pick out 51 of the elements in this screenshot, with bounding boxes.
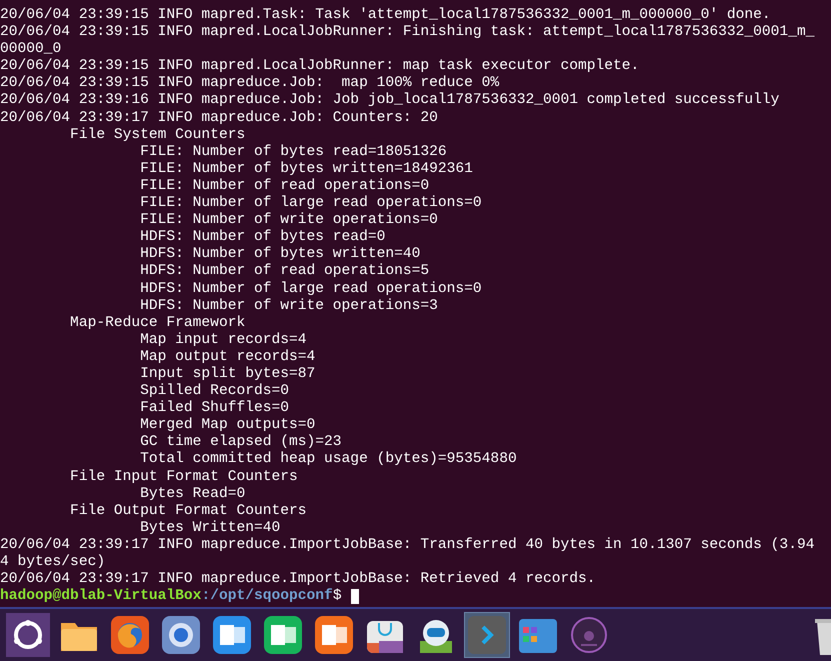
disc-icon [569,615,609,655]
terminal-line: HDFS: Number of write operations=3 [139,298,439,315]
terminal-line: GC time elapsed (ms)=23 [139,434,343,451]
terminal-line: 20/06/04 23:39:15 INFO mapreduce.Job: map 100% reduce 0% [0,75,500,92]
dock-item[interactable] [159,613,203,657]
terminal-line: 20/06/04 23:39:17 INFO mapreduce.Job: Counters: 20 [0,110,439,127]
dock-item[interactable] [6,613,50,657]
terminal-line: HDFS: Number of read operations=5 [139,263,430,280]
terminal-line: Merged Map outputs=0 [139,417,316,434]
dock-item[interactable] [312,613,356,657]
text-cursor [350,589,359,604]
terminal-line: File Input Format Counters [69,468,299,486]
spreadsheet-icon [263,615,303,655]
terminal-line: HDFS: Number of bytes read=0 [139,229,386,246]
presentation-icon [314,615,354,655]
terminal-line: FILE: Number of large read operations=0 [139,195,483,212]
terminal-line: Map output records=4 [139,348,316,366]
globe-icon [161,615,201,655]
terminal-line: HDFS: Number of bytes written=40 [139,246,422,263]
terminal-line: 20/06/04 23:39:17 INFO mapreduce.ImportJobBase: Transferred 40 bytes in 10.1307 seconds (3.94 [0,536,816,554]
prompt-path: :/opt/sqoopconf [201,588,333,606]
terminal-line: 20/06/04 23:39:16 INFO mapreduce.Job: Job job_local1787536332_0001 completed successfully [0,92,780,110]
terminal-line: Bytes Written=40 [139,520,282,537]
dock-item[interactable] [261,613,305,657]
terminal-line: HDFS: Number of large read operations=0 [139,280,483,298]
terminal-line: 00000_0 [0,41,62,58]
terminal-line: FILE: Number of bytes written=18492361 [139,160,474,178]
terminal-line: Failed Shuffles=0 [139,400,290,417]
terminal-line: Map input records=4 [139,332,308,349]
terminal-line: Map-Reduce Framework [69,314,246,332]
terminal-line: 20/06/04 23:39:15 INFO mapred.Task: Task 'attempt_local1787536332_0001_m_000000_0' done. [0,7,772,24]
dock-item[interactable] [108,613,152,657]
terminal-line: Spilled Records=0 [139,383,290,400]
terminal-line: Bytes Read=0 [139,486,246,503]
fox-globe-icon [110,615,150,655]
terminal-line: File Output Format Counters [69,502,308,520]
terminal-line: 20/06/04 23:39:15 INFO mapred.LocalJobRunner: map task executor complete. [0,58,640,75]
terminal-line: 20/06/04 23:39:15 INFO mapred.LocalJobRunner: Finishing task: attempt_local1787536332_0001_m_ [0,24,816,42]
terminal-line: 20/06/04 23:39:17 INFO mapreduce.ImportJobBase: Retrieved 4 records. [0,571,597,588]
terminal-line: Input split bytes=87 [139,366,316,383]
terminal-line: FILE: Number of write operations=0 [139,212,439,229]
terminal-icon [467,615,507,655]
terminal-line: Total committed heap usage (bytes)=95354880 [139,451,518,469]
terminal-line: File System Counters [69,126,246,144]
prompt-user-host: hadoop@dblab-VirtualBox [0,588,202,606]
prompt-symbol: $ [332,588,342,606]
terminal-line: FILE: Number of read operations=0 [139,178,430,195]
document-icon [212,615,252,655]
terminal-line: 4 bytes/sec) [0,554,106,571]
dock-item[interactable] [210,613,254,657]
terminal-line: FILE: Number of bytes read=18051326 [139,144,448,161]
